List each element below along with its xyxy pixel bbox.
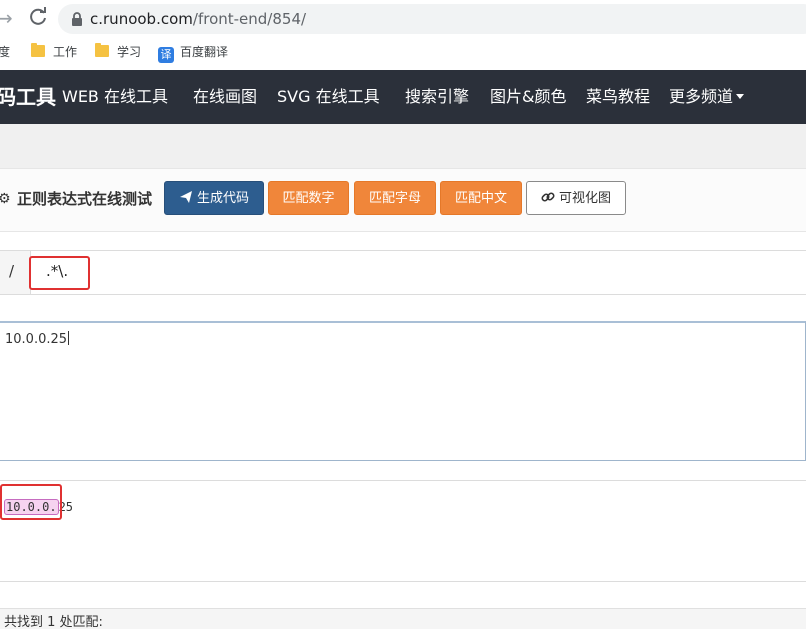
generate-code-label: 生成代码 [196, 191, 249, 206]
tool-title: 正则表达式在线测试 [17, 190, 153, 208]
bookmark-label: 工作 [53, 45, 78, 59]
forward-arrow-icon[interactable]: → [0, 6, 13, 30]
cogs-icon: ⚙ [0, 191, 11, 207]
regex-highlight-box [29, 256, 90, 290]
bookmark-label: 百度翻译 [180, 45, 229, 59]
lock-icon [72, 12, 82, 26]
match-chinese-button[interactable]: 匹配中文 [440, 181, 522, 215]
url-host: c.runoob.com [90, 10, 193, 28]
folder-icon [95, 43, 109, 57]
nav-svg-tools[interactable]: SVG 在线工具 [277, 86, 380, 108]
nav-web-tools[interactable]: WEB 在线工具 [62, 86, 168, 108]
folder-icon [31, 43, 45, 57]
test-text-area[interactable] [0, 321, 806, 461]
nav-draw[interactable]: 在线画图 [193, 86, 257, 108]
generate-code-button[interactable]: 生成代码 [164, 181, 264, 215]
reload-icon[interactable] [26, 5, 50, 29]
text-cursor [68, 331, 70, 345]
site-brand[interactable]: 码工具 [0, 84, 56, 110]
caret-down-icon [736, 94, 745, 99]
bookmark-study[interactable]: 学习 [95, 43, 141, 61]
nav-search-engines[interactable]: 搜索引擎 [405, 86, 469, 108]
match-summary-bar [0, 608, 806, 629]
test-text-value: 10.0.0.25 [5, 332, 68, 347]
nav-runoob-tutorial[interactable]: 菜鸟教程 [586, 86, 650, 108]
nav-more-channels[interactable]: 更多频道 [669, 86, 745, 108]
match-letters-button[interactable]: 匹配字母 [354, 181, 436, 215]
paper-plane-icon [179, 191, 192, 203]
match-digits-button[interactable]: 匹配数字 [268, 181, 349, 215]
url-text[interactable]: c.runoob.com/front-end/854/ [90, 9, 306, 29]
result-highlight-box [0, 484, 62, 520]
regex-delimiter-cell [0, 251, 31, 294]
match-summary: 共找到 1 处匹配: [4, 615, 103, 630]
visualize-button[interactable]: 可视化图 [526, 181, 626, 215]
page-gap [0, 124, 806, 168]
bookmark-fanyi[interactable]: 译百度翻译 [158, 43, 229, 63]
nav-images-colors[interactable]: 图片&颜色 [490, 86, 566, 108]
bookmark-baidu[interactable]: 度 [0, 43, 10, 61]
nav-more-label: 更多频道 [669, 87, 734, 106]
translate-icon: 译 [158, 47, 174, 63]
regex-delimiter: / [9, 262, 15, 280]
regex-row [0, 250, 806, 295]
test-text[interactable]: 10.0.0.25 [5, 331, 70, 349]
url-path: /front-end/854/ [192, 10, 307, 28]
match-result-area [0, 480, 806, 582]
bookmark-work[interactable]: 工作 [31, 43, 77, 61]
link-icon [541, 192, 555, 202]
bookmark-label: 度 [0, 45, 11, 59]
visualize-label: 可视化图 [558, 191, 611, 206]
bookmark-label: 学习 [117, 45, 142, 59]
